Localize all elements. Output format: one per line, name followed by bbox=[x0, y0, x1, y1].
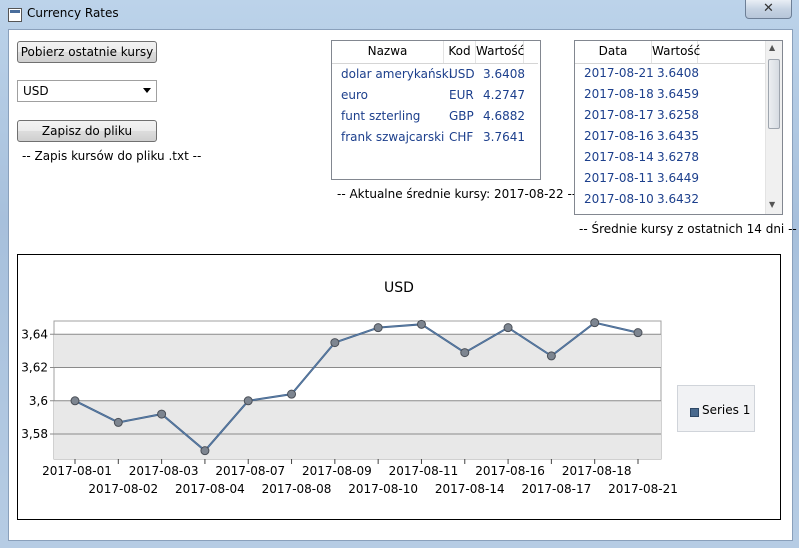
x-tick-label: 2017-08-02 bbox=[88, 482, 158, 496]
data-point bbox=[287, 389, 297, 399]
x-tick-label: 2017-08-09 bbox=[302, 464, 372, 478]
data-point bbox=[157, 409, 167, 419]
x-tick-label: 2017-08-16 bbox=[475, 464, 545, 478]
x-tick-label: 2017-08-17 bbox=[522, 482, 592, 496]
x-tick-label: 2017-08-07 bbox=[215, 464, 285, 478]
data-point bbox=[373, 323, 383, 333]
x-tick-label: 2017-08-10 bbox=[348, 482, 418, 496]
data-point bbox=[460, 348, 470, 358]
y-tick-label: 3,6 bbox=[29, 394, 48, 408]
chart-title: USD bbox=[384, 280, 414, 296]
y-tick-label: 3,64 bbox=[21, 327, 48, 341]
data-point bbox=[113, 417, 123, 427]
y-tick-label: 3,62 bbox=[21, 361, 48, 375]
data-point bbox=[200, 446, 210, 456]
y-tick-label: 3,58 bbox=[21, 427, 48, 441]
x-tick-label: 2017-08-11 bbox=[389, 464, 459, 478]
x-tick-label: 2017-08-08 bbox=[262, 482, 332, 496]
legend-swatch bbox=[690, 408, 699, 417]
x-tick-label: 2017-08-01 bbox=[42, 464, 112, 478]
data-point bbox=[416, 319, 426, 329]
plot-band bbox=[54, 334, 661, 368]
data-point bbox=[70, 396, 80, 406]
x-tick-label: 2017-08-21 bbox=[608, 482, 678, 496]
x-tick-label: 2017-08-18 bbox=[562, 464, 632, 478]
data-point bbox=[330, 338, 340, 348]
data-point bbox=[633, 328, 643, 338]
x-tick-label: 2017-08-03 bbox=[129, 464, 199, 478]
x-tick-label: 2017-08-14 bbox=[435, 482, 505, 496]
chart-legend: Series 1 bbox=[677, 385, 755, 432]
plot-band bbox=[54, 434, 661, 459]
legend-label: Series 1 bbox=[702, 403, 751, 417]
data-point bbox=[590, 318, 600, 328]
data-point bbox=[243, 396, 253, 406]
usd-line-chart: USD 3,58 3,6 3,62 3,64 2017-08-01 2017-08-02 2… bbox=[21, 280, 678, 496]
data-point bbox=[546, 351, 556, 361]
x-tick-label: 2017-08-04 bbox=[175, 482, 245, 496]
data-point bbox=[503, 323, 513, 333]
